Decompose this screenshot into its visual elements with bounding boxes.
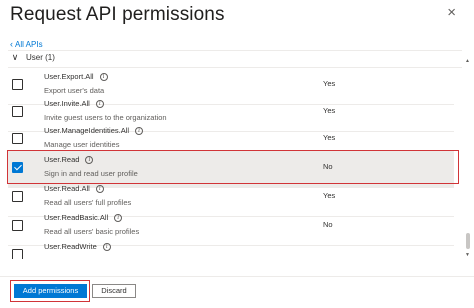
permission-description: Invite guest users to the organization — [44, 113, 167, 122]
admin-consent-value: Yes — [323, 191, 336, 200]
scroll-down-icon[interactable]: ▼ — [465, 252, 470, 258]
list-scrollbar[interactable]: ▲ ▼ — [465, 58, 471, 258]
discard-button[interactable]: Discard — [92, 284, 136, 298]
info-icon[interactable]: i — [85, 155, 94, 164]
info-icon[interactable]: i — [99, 72, 108, 81]
divider — [8, 50, 462, 51]
permission-name-text: User.ReadWrite — [44, 242, 97, 251]
permission-checkbox[interactable] — [12, 220, 23, 231]
permission-list: User.Export.All i Export user's data Yes… — [8, 68, 462, 259]
permission-group-label: User (1) — [26, 53, 55, 62]
permission-description: Manage user identities — [44, 140, 120, 149]
chevron-down-icon[interactable]: ∨ — [10, 52, 20, 63]
admin-consent-value: Yes — [323, 79, 336, 88]
permission-checkbox[interactable] — [12, 79, 23, 90]
info-icon[interactable]: i — [95, 184, 104, 193]
info-icon[interactable]: i — [95, 99, 104, 108]
info-icon[interactable]: i — [114, 213, 123, 222]
permission-checkbox[interactable] — [12, 133, 23, 144]
permission-name-text: User.Export.All — [44, 72, 94, 81]
admin-consent-value: No — [323, 162, 333, 171]
permission-name-text: User.ManageIdentities.All — [44, 126, 130, 135]
permission-description: Sign in and read user profile — [44, 169, 138, 178]
permission-name-text: User.ReadBasic.All — [44, 213, 109, 222]
permission-name: User.Export.All i — [44, 72, 108, 81]
permission-name: User.ManageIdentities.All i — [44, 126, 144, 135]
info-icon[interactable]: i — [135, 126, 144, 135]
permission-checkbox[interactable] — [12, 249, 23, 259]
panel-title: Request API permissions — [10, 4, 225, 25]
permission-name: User.Read.All i — [44, 184, 104, 193]
permission-checkbox-checked[interactable] — [12, 162, 23, 173]
info-icon[interactable]: i — [102, 242, 111, 251]
permission-description: Read all users' basic profiles — [44, 227, 140, 236]
all-apis-link[interactable]: ‹ All APIs — [10, 39, 43, 49]
admin-consent-value: Yes — [323, 133, 336, 142]
close-icon[interactable]: × — [447, 4, 456, 21]
permission-name: User.Invite.All i — [44, 99, 104, 108]
permission-checkbox[interactable] — [12, 191, 23, 202]
admin-consent-value: No — [323, 220, 333, 229]
permission-description: Read all users' full profiles — [44, 198, 132, 207]
footer-divider — [0, 276, 474, 277]
add-permissions-button[interactable]: Add permissions — [14, 284, 87, 298]
permission-name-text: User.Read — [44, 155, 80, 164]
permission-checkbox[interactable] — [12, 106, 23, 117]
permission-name: User.Read i — [44, 155, 94, 164]
permission-name-text: User.Invite.All — [44, 99, 90, 108]
permission-description: Export user's data — [44, 86, 105, 95]
permission-row[interactable]: User.ReadWrite i — [8, 238, 454, 259]
permission-name-text: User.Read.All — [44, 184, 90, 193]
scroll-up-icon[interactable]: ▲ — [465, 58, 470, 64]
scrollbar-thumb[interactable] — [466, 233, 470, 249]
admin-consent-value: Yes — [323, 106, 336, 115]
chevron-left-icon: ‹ — [10, 39, 13, 49]
permission-name: User.ReadWrite i — [44, 242, 111, 251]
all-apis-label: All APIs — [15, 39, 43, 49]
permission-group-user[interactable]: ∨ User (1) — [10, 52, 55, 63]
permission-name: User.ReadBasic.All i — [44, 213, 123, 222]
